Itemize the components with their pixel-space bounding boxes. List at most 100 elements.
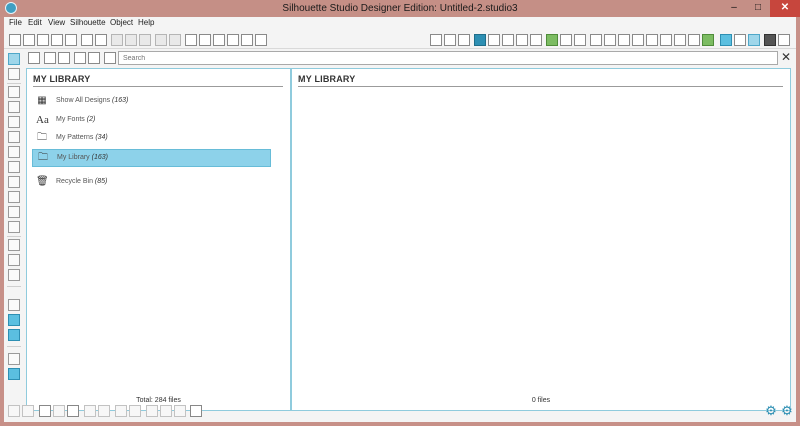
group-icon[interactable] [8, 405, 20, 417]
drag-zoom-icon[interactable] [241, 34, 253, 46]
open-icon[interactable] [23, 34, 35, 46]
shape-polygon-icon[interactable] [516, 34, 528, 46]
copy-icon[interactable] [111, 34, 123, 46]
grid-settings-icon[interactable] [444, 34, 456, 46]
paste-icon[interactable] [125, 34, 137, 46]
duplicate-icon[interactable] [39, 405, 51, 417]
image-effects-icon[interactable] [688, 34, 700, 46]
preferences-gear-icon[interactable]: ⚙ [780, 404, 794, 418]
edit-points-icon[interactable] [8, 68, 20, 80]
cut-icon[interactable] [139, 34, 151, 46]
delete-icon[interactable] [88, 52, 100, 64]
cut-border-icon[interactable] [8, 314, 20, 326]
knife-tool-icon[interactable] [8, 269, 20, 281]
menu-edit[interactable]: Edit [28, 18, 42, 27]
offset-icon[interactable] [632, 34, 644, 46]
rhinestone-icon[interactable] [674, 34, 686, 46]
cut-settings-icon[interactable] [702, 34, 714, 46]
transform-icon[interactable] [590, 34, 602, 46]
redo-icon[interactable] [169, 34, 181, 46]
menu-help[interactable]: Help [138, 18, 154, 27]
smooth-freehand-icon[interactable] [8, 206, 20, 218]
menu-object[interactable]: Object [110, 18, 133, 27]
attach-icon[interactable] [190, 405, 202, 417]
search-input[interactable] [118, 51, 778, 65]
save-as-icon[interactable] [65, 34, 77, 46]
ungroup-icon[interactable] [22, 405, 34, 417]
design-view-icon[interactable] [734, 34, 746, 46]
arc-tool-icon[interactable] [8, 176, 20, 188]
shape-circle-icon[interactable] [530, 34, 542, 46]
menu-view[interactable]: View [48, 18, 65, 27]
page-setup-icon[interactable] [430, 34, 442, 46]
delete-object-icon[interactable] [98, 405, 110, 417]
freehand-tool-icon[interactable] [8, 191, 20, 203]
account-icon[interactable] [104, 52, 116, 64]
library-item-show-all[interactable]: ▦ Show All Designs (163) [32, 93, 271, 111]
menu-silhouette[interactable]: Silhouette [70, 18, 106, 27]
print-icon[interactable] [81, 34, 93, 46]
regular-polygon-icon[interactable] [8, 221, 20, 233]
rectangle-tool-icon[interactable] [8, 101, 20, 113]
list-view-icon[interactable] [28, 52, 40, 64]
text-tool-icon[interactable] [8, 239, 20, 251]
shape-star-icon[interactable] [502, 34, 514, 46]
panel-toggle-icon[interactable] [8, 353, 20, 365]
new-folder-icon[interactable] [74, 52, 86, 64]
sketch-icon[interactable] [660, 34, 672, 46]
trace-quick-icon[interactable] [174, 405, 186, 417]
library-item-my-fonts[interactable]: Aa My Fonts (2) [32, 112, 271, 130]
detail-view-icon[interactable] [58, 52, 70, 64]
make-compound-icon[interactable] [115, 405, 127, 417]
rounded-rect-tool-icon[interactable] [8, 116, 20, 128]
library-item-my-library[interactable]: 🗀 My Library (163) [32, 149, 271, 167]
eraser-icon[interactable] [764, 34, 776, 46]
zoom-in-icon[interactable] [199, 34, 211, 46]
trace-icon[interactable] [646, 34, 658, 46]
ellipse-tool-icon[interactable] [8, 131, 20, 143]
maximize-button[interactable]: □ [746, 0, 770, 17]
globe-icon[interactable] [8, 329, 20, 341]
library-view-icon[interactable] [720, 34, 732, 46]
release-compound-icon[interactable] [129, 405, 141, 417]
page-view-icon[interactable] [8, 299, 20, 311]
menu-file[interactable]: File [9, 18, 22, 27]
bring-forward-icon[interactable] [67, 405, 79, 417]
knife-icon[interactable] [778, 34, 790, 46]
store-view-icon[interactable] [748, 34, 760, 46]
replicate-icon[interactable] [604, 34, 616, 46]
send-backward-icon[interactable] [84, 405, 96, 417]
save-icon[interactable] [51, 34, 63, 46]
eraser-tool-icon[interactable] [8, 254, 20, 266]
library-item-my-patterns[interactable]: 🗀 My Patterns (34) [32, 130, 271, 148]
shape-pentagon-icon[interactable] [474, 34, 486, 46]
offset-quick-icon[interactable] [160, 405, 172, 417]
new-document-icon[interactable] [9, 34, 21, 46]
close-button[interactable]: ✕ [770, 0, 800, 17]
weld-icon[interactable] [146, 405, 158, 417]
text-style-icon[interactable] [574, 34, 586, 46]
modify-icon[interactable] [618, 34, 630, 46]
zoom-select-icon[interactable] [227, 34, 239, 46]
undo-icon[interactable] [155, 34, 167, 46]
registration-icon[interactable] [458, 34, 470, 46]
library-item-recycle-bin[interactable]: 🗑 Recycle Bin (85) [32, 174, 271, 192]
select-tool-icon[interactable] [8, 53, 20, 65]
fit-to-window-icon[interactable] [255, 34, 267, 46]
fill-color-icon[interactable] [546, 34, 558, 46]
minimize-button[interactable]: – [722, 0, 746, 17]
curve-tool-icon[interactable] [8, 161, 20, 173]
library-panel-icon[interactable] [8, 368, 20, 380]
open-template-icon[interactable] [37, 34, 49, 46]
line-color-icon[interactable] [560, 34, 572, 46]
mirror-icon[interactable] [53, 405, 65, 417]
settings-gear-icon[interactable]: ⚙ [764, 404, 778, 418]
close-search-icon[interactable]: ✕ [779, 50, 793, 65]
pan-icon[interactable] [185, 34, 197, 46]
send-to-cutter-icon[interactable] [95, 34, 107, 46]
shape-hexagon-icon[interactable] [488, 34, 500, 46]
line-tool-icon[interactable] [8, 86, 20, 98]
zoom-out-icon[interactable] [213, 34, 225, 46]
thumbnail-view-icon[interactable] [44, 52, 56, 64]
polygon-tool-icon[interactable] [8, 146, 20, 158]
